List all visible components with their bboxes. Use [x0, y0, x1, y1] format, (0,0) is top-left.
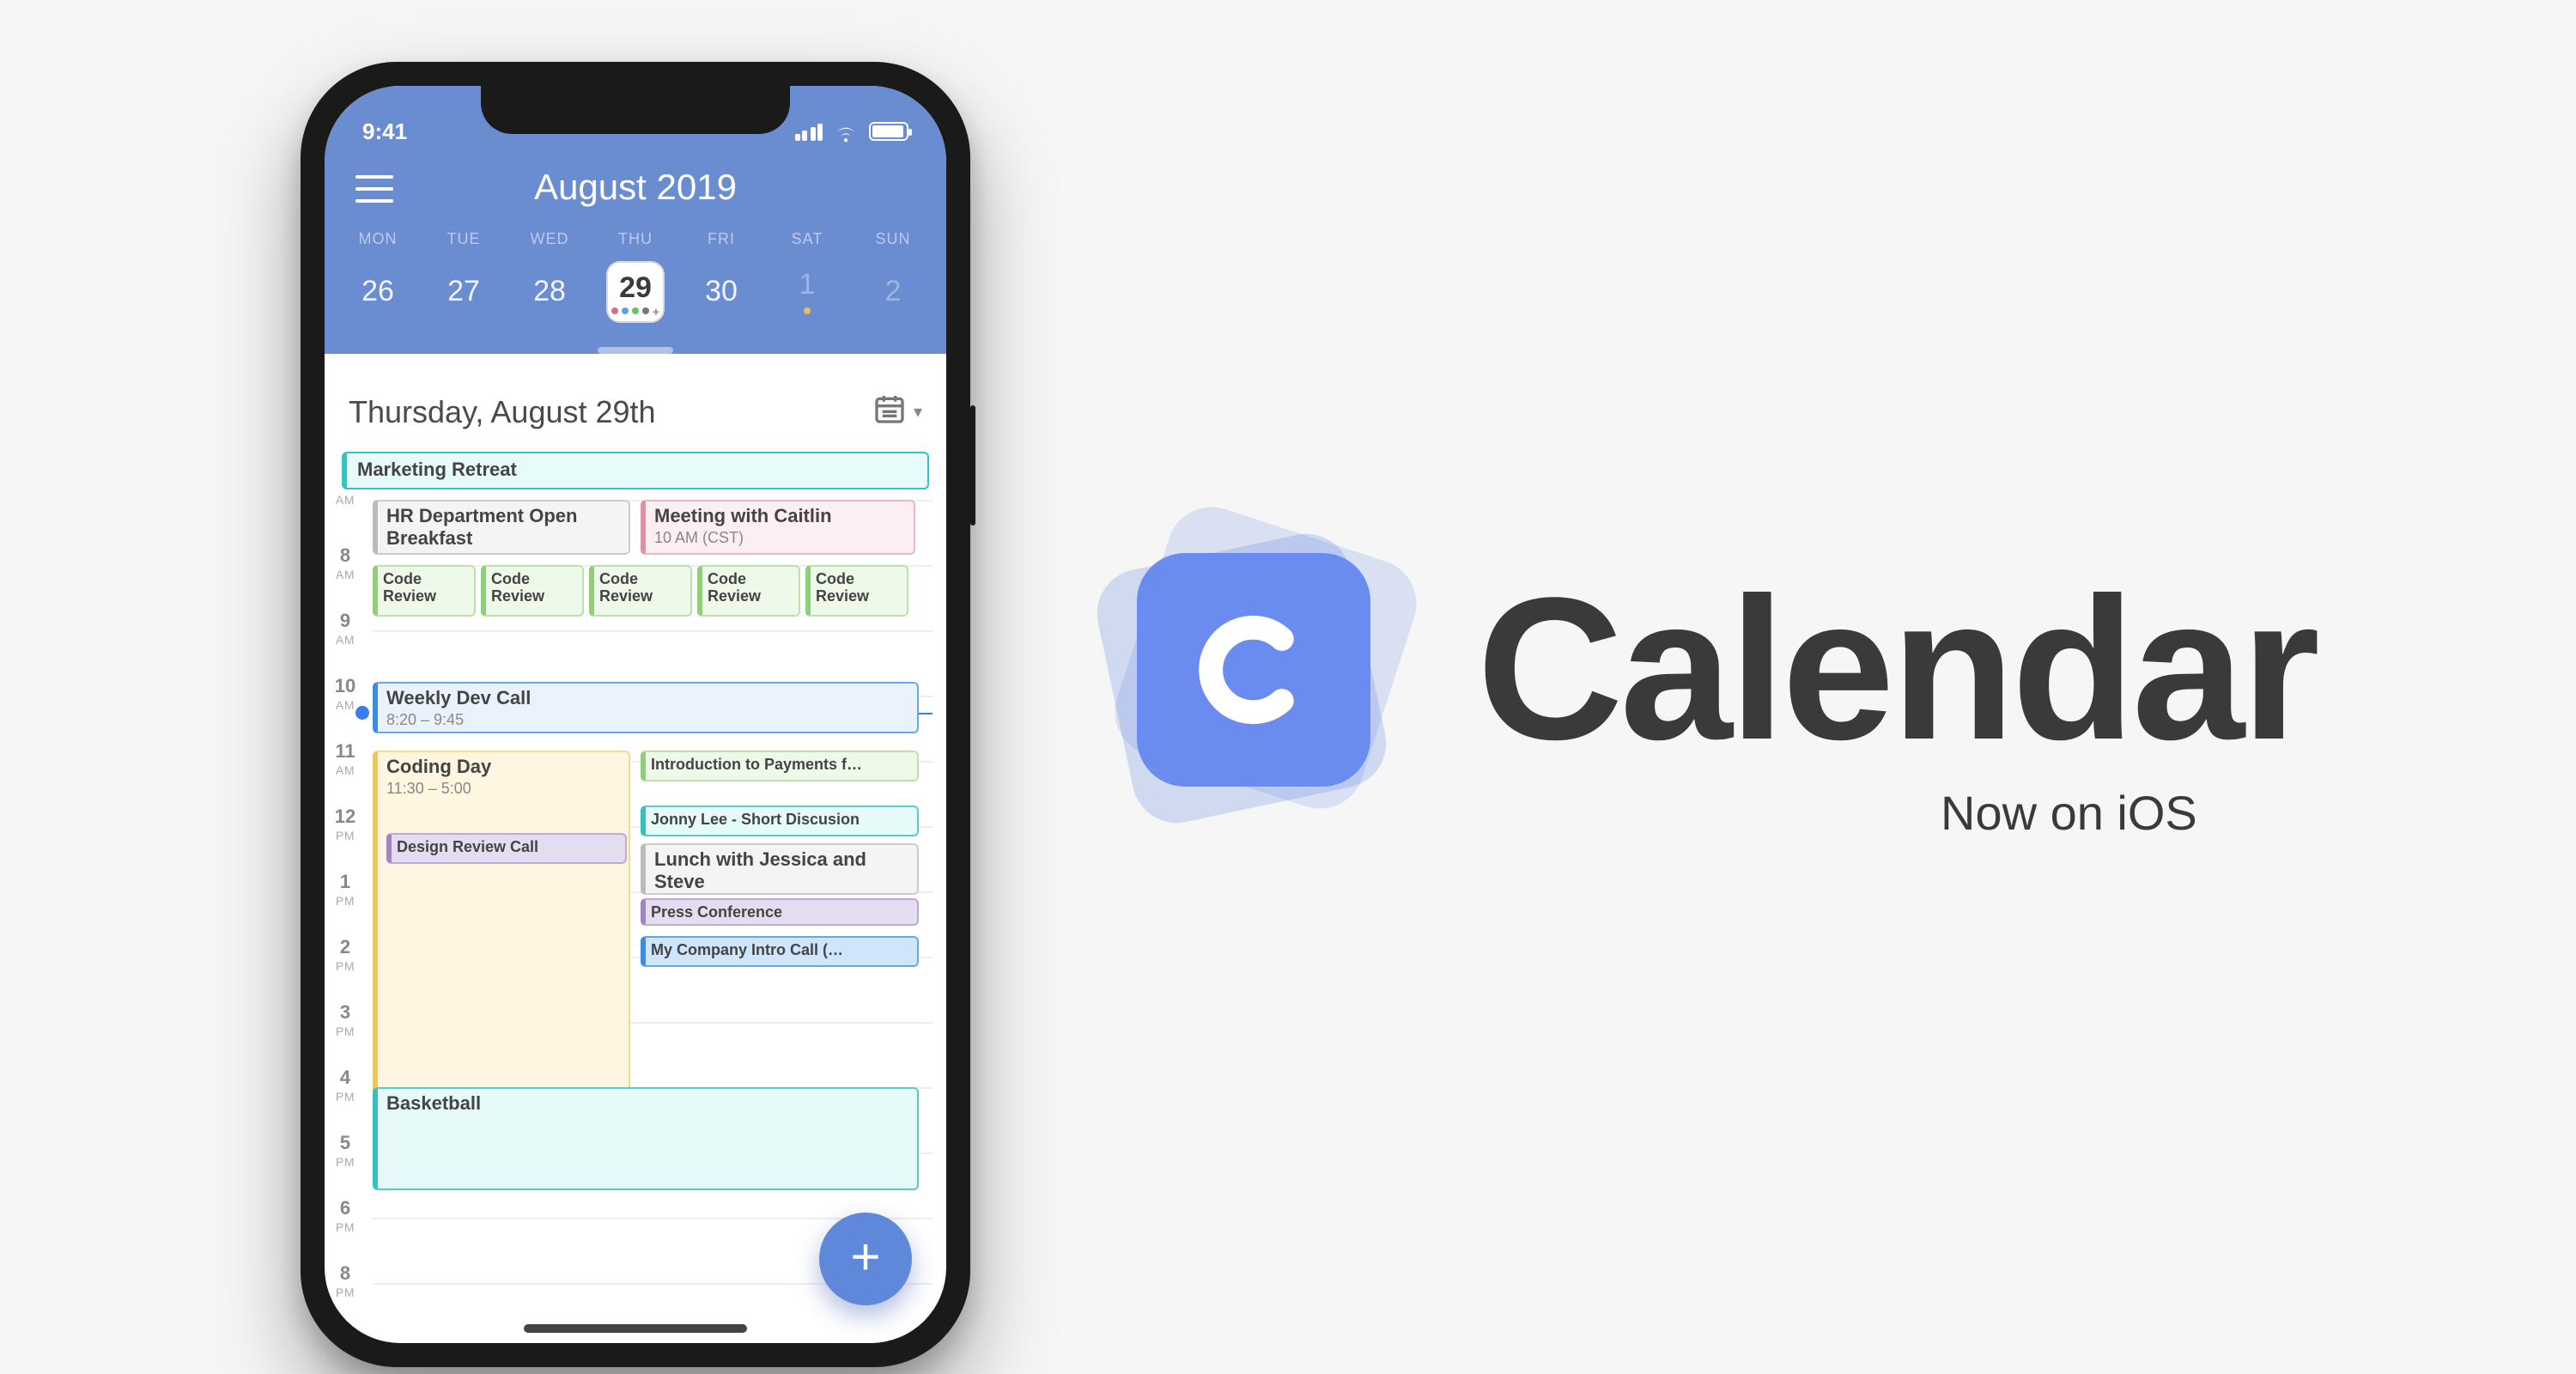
hour-label: 1PM — [325, 874, 366, 909]
menu-button[interactable] — [355, 175, 393, 203]
event-cr1[interactable]: Code Review — [373, 565, 476, 617]
view-switcher[interactable]: ▾ — [872, 392, 922, 435]
day-cell[interactable]: 27 — [421, 268, 507, 316]
cellular-bars-icon — [794, 121, 823, 140]
plus-icon: + — [850, 1230, 880, 1288]
day-cell[interactable]: 26 — [335, 268, 421, 316]
wifi-icon — [833, 121, 859, 140]
calendar-view-icon — [872, 392, 907, 435]
date-row: 26272829+3012 — [325, 251, 946, 347]
notch — [481, 86, 790, 134]
weekday-label: SUN — [850, 230, 936, 247]
day-cell[interactable]: 28 — [507, 268, 592, 316]
hour-label: 12PM — [325, 809, 366, 843]
hour-label: 9AM — [325, 613, 366, 647]
day-cell[interactable]: 30 — [678, 268, 764, 316]
brand-lockup: Calendar — [1099, 515, 2317, 824]
event-caitlin[interactable]: Meeting with Caitlin10 AM (CST) — [641, 500, 915, 555]
hour-label: 8AM — [325, 548, 366, 582]
drag-handle[interactable] — [598, 347, 673, 354]
add-event-button[interactable]: + — [819, 1213, 912, 1305]
event-jonny[interactable]: Jonny Lee - Short Discusion — [641, 806, 919, 836]
letter-c-icon — [1183, 599, 1324, 740]
app-logo — [1099, 515, 1408, 824]
day-cell[interactable]: 1 — [764, 261, 850, 323]
event-coding[interactable]: Coding Day11:30 – 5:00 — [373, 751, 630, 1142]
event-intro[interactable]: Introduction to Payments f… — [641, 751, 919, 781]
weekday-label: THU — [592, 230, 678, 247]
hour-label: AM — [325, 492, 366, 508]
weekday-label: MON — [335, 230, 421, 247]
day-cell[interactable]: 29+ — [592, 254, 678, 330]
hour-label: 2PM — [325, 939, 366, 974]
event-cr3[interactable]: Code Review — [589, 565, 692, 617]
status-time: 9:41 — [362, 118, 407, 143]
month-title[interactable]: August 2019 — [393, 168, 878, 210]
weekday-label: WED — [507, 230, 592, 247]
event-cr4[interactable]: Code Review — [697, 565, 800, 617]
day-cell[interactable]: 2 — [850, 268, 936, 316]
phone-screen: 9:41 August 2019 MONTUEWEDTHUFRISATSUN — [325, 86, 946, 1343]
event-company[interactable]: My Company Intro Call (… — [641, 936, 919, 967]
event-press[interactable]: Press Conference — [641, 898, 919, 926]
date-heading: Thursday, August 29th — [349, 395, 872, 431]
hour-label: 4PM — [325, 1070, 366, 1104]
battery-icon — [869, 121, 908, 140]
weekday-row: MONTUEWEDTHUFRISATSUN — [325, 216, 946, 251]
event-bball[interactable]: Basketball — [373, 1087, 919, 1190]
event-cr2[interactable]: Code Review — [481, 565, 584, 617]
home-indicator[interactable] — [524, 1324, 747, 1333]
hour-label: 6PM — [325, 1201, 366, 1235]
chevron-down-icon: ▾ — [914, 404, 922, 423]
event-cr5[interactable]: Code Review — [805, 565, 908, 617]
hour-label: 5PM — [325, 1135, 366, 1170]
phone-frame: 9:41 August 2019 MONTUEWEDTHUFRISATSUN — [301, 62, 970, 1367]
event-dev[interactable]: Weekly Dev Call8:20 – 9:45 — [373, 682, 919, 733]
now-indicator — [355, 706, 369, 720]
event-hr[interactable]: HR Department Open Breakfast — [373, 500, 630, 555]
event-lunch[interactable]: Lunch with Jessica and Steve — [641, 843, 919, 895]
hour-label: 3PM — [325, 1005, 366, 1039]
weekday-label: SAT — [764, 230, 850, 247]
wordmark: Calendar — [1477, 553, 2317, 787]
weekday-label: TUE — [421, 230, 507, 247]
event-design[interactable]: Design Review Call — [386, 833, 627, 864]
hour-label: 11AM — [325, 744, 366, 778]
tagline: Now on iOS — [1941, 787, 2197, 842]
weekday-label: FRI — [678, 230, 764, 247]
allday-event[interactable]: Marketing Retreat — [342, 452, 929, 489]
hour-label: 8PM — [325, 1266, 366, 1300]
